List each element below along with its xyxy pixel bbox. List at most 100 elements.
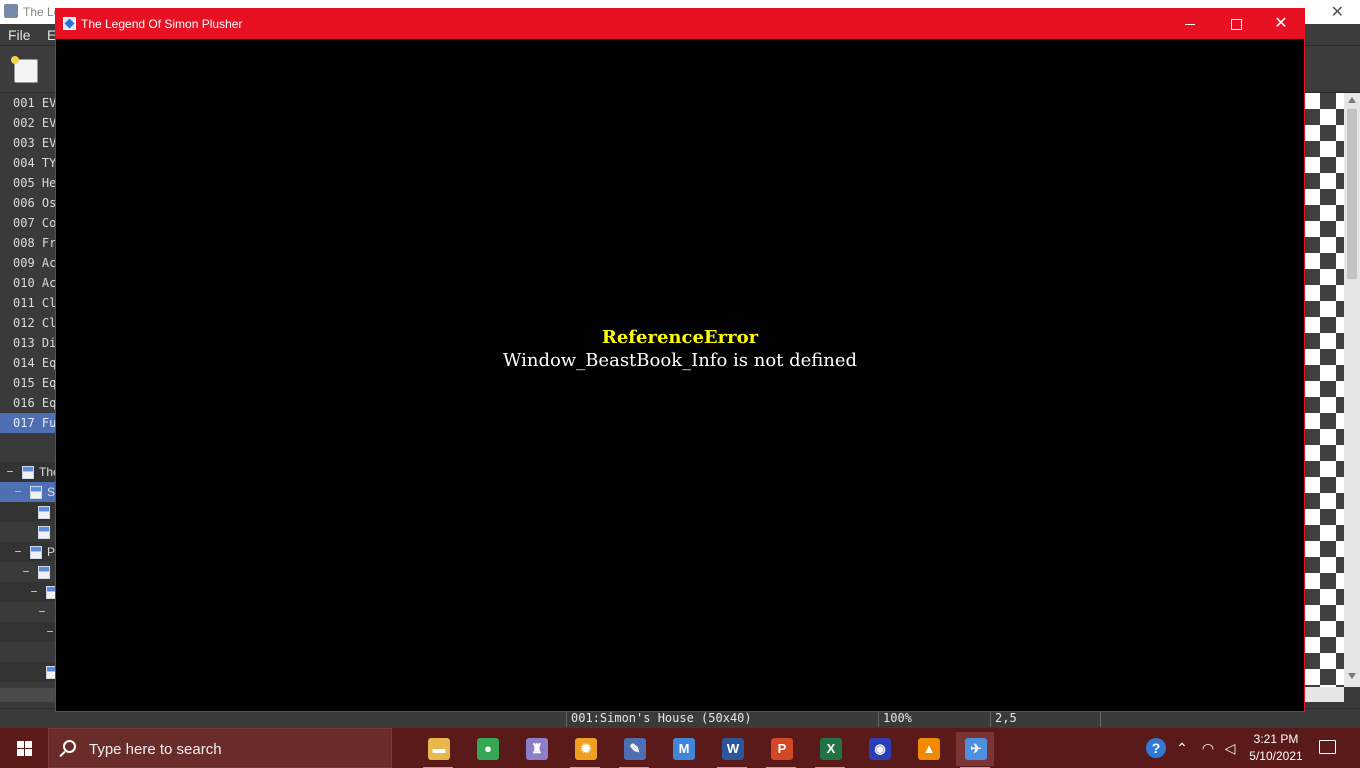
system-tray: ? ⌃ ◠ ◁ 3:21 PM 5/10/2021 [1140,728,1360,768]
minimize-button[interactable] [1167,9,1213,39]
taskbar-app-rpg-maker-2000[interactable]: ♜ [517,732,555,766]
start-button[interactable] [0,728,48,768]
database-list-item[interactable]: 014 Eq [0,353,56,373]
map-horizontal-scrollbar[interactable] [1304,687,1344,702]
database-list-item[interactable]: 003 EV [0,133,56,153]
vlc-icon: ▲ [918,738,940,760]
database-list: 001 EV 002 EV 003 EV 004 TY 005 He 006 Os 007 … [0,93,56,453]
game-window: The Legend Of Simon Plusher ✕ ReferenceE… [55,8,1305,712]
editor-close-icon[interactable]: ✕ [1331,2,1344,22]
tree-row[interactable]: P [0,542,56,562]
database-list-item[interactable]: 009 Ac [0,253,56,273]
scroll-down-icon[interactable] [1348,673,1356,679]
taskbar-app-word[interactable]: W [713,732,751,768]
taskbar-app-file-explorer[interactable]: ▬ [419,732,457,768]
notification-icon[interactable] [1319,740,1336,754]
chevron-up-icon[interactable]: ⌃ [1172,738,1192,758]
collapse-icon[interactable] [15,551,21,552]
map-icon [38,566,50,579]
map-canvas[interactable] [1304,93,1344,687]
tree-row[interactable] [0,642,56,662]
game-window-title: The Legend Of Simon Plusher [81,17,243,31]
windows-logo-icon [25,749,32,756]
windows-logo-icon [17,741,24,748]
excel-icon: X [820,738,842,760]
windows-logo-icon [17,749,24,756]
search-icon [63,740,76,753]
map-icon [38,526,50,539]
tree-row[interactable] [0,562,56,582]
collapse-icon[interactable] [15,491,21,492]
volume-icon[interactable]: ◁ [1220,738,1240,758]
taskbar-app-rpg-maker-mv[interactable]: ✈ [956,732,994,768]
collapse-icon[interactable] [39,611,45,612]
word-icon: W [722,738,744,760]
database-list-item[interactable]: 008 Fr [0,233,56,253]
database-list-item[interactable]: 015 Eq [0,373,56,393]
tree-row[interactable]: The [0,462,60,482]
database-list-item[interactable]: 001 EV [0,93,56,113]
close-button[interactable]: ✕ [1258,9,1304,39]
taskbar-app-m-app[interactable]: M [664,732,702,766]
collapse-icon[interactable] [47,631,53,632]
status-separator [878,711,879,727]
tree-row[interactable] [0,622,56,642]
collapse-icon[interactable] [23,571,29,572]
tree-row[interactable] [0,522,56,542]
windows-logo-icon [25,741,32,748]
taskbar-search-box[interactable]: Type here to search [48,728,392,768]
taskbar-app-rpg-maker-sun[interactable]: ✹ [566,732,604,768]
tree-row[interactable] [0,602,56,622]
status-separator [566,711,567,727]
taskbar-app-globe-app[interactable]: ◉ [860,732,898,766]
database-list-item[interactable]: 017 Fu [0,413,56,433]
scroll-thumb[interactable] [1347,109,1357,279]
clock-time[interactable]: 3:21 PM [1252,732,1300,746]
error-name: ReferenceError [601,327,759,348]
database-list-item[interactable]: 010 Ac [0,273,56,293]
database-list-item[interactable]: 004 TY [0,153,56,173]
status-coords: 2,5 [995,711,1017,725]
database-list-item[interactable]: 013 Di [0,333,56,353]
map-vertical-scrollbar[interactable] [1344,93,1360,687]
status-separator [1100,711,1101,727]
windows-taskbar: Type here to search ▬ ● ♜ ✹ ✎ M W P X ◉ ▲ ✈ ? ⌃ ◠ ◁… [0,728,1360,768]
wifi-icon[interactable]: ◠ [1198,738,1218,758]
tree-row[interactable] [0,502,56,522]
database-list-item[interactable]: 012 Cl [0,313,56,333]
game-app-icon [63,17,76,30]
game-title-bar[interactable]: The Legend Of Simon Plusher ✕ [56,9,1304,39]
rpg-maker-sun-icon: ✹ [575,738,597,760]
taskbar-app-vlc[interactable]: ▲ [909,732,947,766]
status-map: 001:Simon's House (50x40) [571,711,752,725]
help-icon[interactable]: ? [1146,738,1166,758]
collapse-icon[interactable] [7,471,13,472]
database-list-item[interactable]: 016 Eq [0,393,56,413]
taskbar-app-chrome[interactable]: ● [468,732,506,766]
database-list-item[interactable]: 011 Cl [0,293,56,313]
tree-horizontal-scrollbar[interactable] [0,688,56,702]
error-message: Window_BeastBook_Info is not defined [502,350,858,371]
collapse-icon[interactable] [31,591,37,592]
database-list-item[interactable]: 006 Os [0,193,56,213]
database-list-item[interactable]: 005 He [0,173,56,193]
taskbar-app-paint-tool[interactable]: ✎ [615,732,653,768]
powerpoint-icon: P [771,738,793,760]
maximize-button[interactable] [1213,9,1259,39]
taskbar-app-excel[interactable]: X [811,732,849,768]
status-separator [990,711,991,727]
tree-row[interactable]: S [0,482,56,502]
clock-date[interactable]: 5/10/2021 [1246,749,1306,763]
database-list-item[interactable]: 002 EV [0,113,56,133]
paint-tool-icon: ✎ [624,738,646,760]
map-tree: The S P [0,460,60,688]
new-project-icon[interactable] [11,56,38,83]
game-canvas[interactable]: ReferenceError Window_BeastBook_Info is … [56,39,1304,711]
tree-row[interactable] [0,582,58,602]
scroll-up-icon[interactable] [1348,97,1356,103]
tree-row[interactable] [0,662,58,682]
database-list-item[interactable]: 007 Co [0,213,56,233]
menu-file[interactable]: File [8,27,31,43]
taskbar-app-powerpoint[interactable]: P [762,732,800,768]
m-app-icon: M [673,738,695,760]
